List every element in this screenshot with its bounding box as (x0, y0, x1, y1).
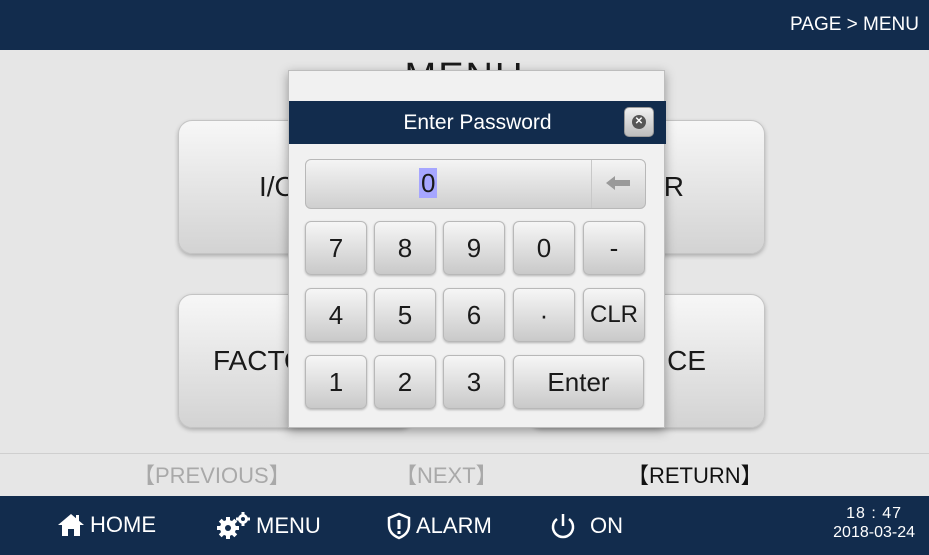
clock: 18 : 47 2018-03-24 (833, 504, 915, 542)
power-label: ON (590, 513, 623, 538)
key-9[interactable]: 9 (443, 221, 505, 275)
key-3[interactable]: 3 (443, 355, 505, 409)
enter-button[interactable]: Enter (513, 355, 644, 409)
clock-date: 2018-03-24 (833, 524, 915, 541)
password-input[interactable]: 0 (305, 159, 646, 209)
top-bar: PAGE > MENU (0, 0, 929, 50)
power-icon (551, 514, 575, 539)
key-4[interactable]: 4 (305, 288, 367, 342)
dialog-header: Enter Password ✕ (289, 101, 666, 144)
key-6[interactable]: 6 (443, 288, 505, 342)
key-1[interactable]: 1 (305, 355, 367, 409)
power-button[interactable]: ON (548, 512, 623, 540)
gears-icon (217, 512, 250, 539)
key-clear[interactable]: CLR (583, 288, 645, 342)
breadcrumb: PAGE > MENU (790, 14, 919, 35)
menu-button[interactable]: MENU (216, 512, 321, 540)
password-value: 0 (419, 168, 438, 198)
menu-label: MENU (256, 513, 321, 538)
key-8[interactable]: 8 (374, 221, 436, 275)
close-button[interactable]: ✕ (624, 107, 654, 137)
key-5[interactable]: 5 (374, 288, 436, 342)
backspace-arrow-icon (606, 176, 630, 190)
next-button[interactable]: 【NEXT】 (395, 458, 498, 490)
page-nav-row: 【PREVIOUS】 【NEXT】 【RETURN】 (0, 453, 929, 496)
home-button[interactable]: HOME (56, 512, 156, 538)
password-dialog: Enter Password ✕ 0 7 8 9 0 - 4 5 6 · CLR… (288, 70, 666, 428)
alarm-label: ALARM (416, 513, 492, 538)
clock-time: 18 : 47 (846, 505, 903, 522)
backspace-button[interactable] (591, 160, 645, 208)
return-button[interactable]: 【RETURN】 (627, 458, 763, 490)
home-icon (58, 514, 84, 536)
shield-alert-icon (387, 512, 411, 540)
key-0[interactable]: 0 (513, 221, 575, 275)
dialog-title: Enter Password (403, 111, 552, 134)
bottom-bar: HOME MENU ALARM ON 18: 47 2018-03-24 (0, 496, 929, 555)
key-2[interactable]: 2 (374, 355, 436, 409)
alarm-button[interactable]: ALARM (386, 512, 492, 540)
home-label: HOME (90, 512, 156, 537)
key-7[interactable]: 7 (305, 221, 367, 275)
close-icon: ✕ (632, 115, 646, 129)
previous-button[interactable]: 【PREVIOUS】 (133, 458, 291, 490)
key-decimal[interactable]: · (513, 288, 575, 342)
key-minus[interactable]: - (583, 221, 645, 275)
